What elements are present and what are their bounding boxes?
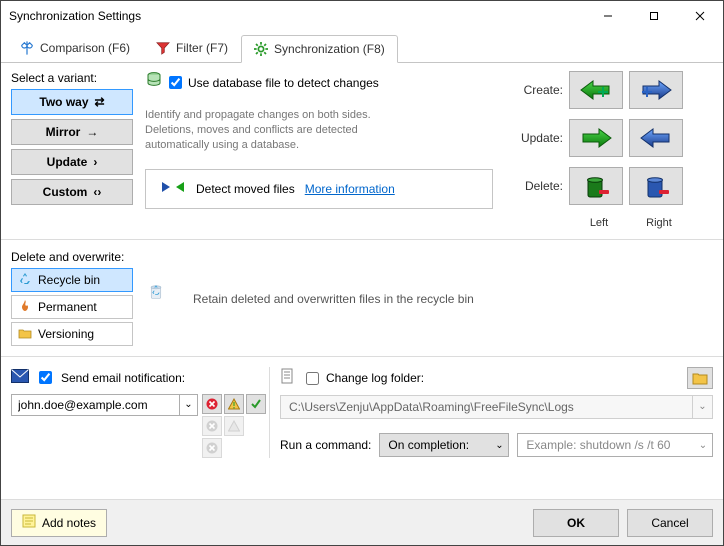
database-icon xyxy=(145,71,163,94)
detect-moved-label: Detect moved files xyxy=(196,182,295,196)
dir-right-footer: Right xyxy=(629,215,689,229)
moved-arrows-icon xyxy=(160,179,186,198)
delete-opt-recycle[interactable]: Recycle bin xyxy=(11,268,133,292)
more-information-link[interactable]: More information xyxy=(305,182,395,196)
mail-icon xyxy=(11,367,29,388)
variant-mirror[interactable]: Mirror→ xyxy=(11,119,133,145)
dialog-footer: Add notes OK Cancel xyxy=(1,499,723,545)
dir-create-label: Create: xyxy=(505,83,569,97)
delete-opt-versioning[interactable]: Versioning xyxy=(11,322,133,346)
delete-heading: Delete and overwrite: xyxy=(11,250,713,264)
variant-two-way[interactable]: Two way⇄ xyxy=(11,89,133,115)
detect-changes-label[interactable]: Use database file to detect changes xyxy=(188,76,379,90)
run-command-input[interactable]: Example: shutdown /s /t 60⌄ xyxy=(517,433,713,457)
cancel-button[interactable]: Cancel xyxy=(627,509,713,537)
scales-icon xyxy=(20,41,34,55)
delete-description: Retain deleted and overwritten files in … xyxy=(193,292,474,306)
minimize-button[interactable] xyxy=(585,1,631,31)
notify-success-button[interactable] xyxy=(246,394,266,414)
run-command-when-combo[interactable]: On completion:⌄ xyxy=(379,433,509,457)
notify-warning-button[interactable] xyxy=(224,394,244,414)
log-folder-dropdown[interactable]: ⌄ xyxy=(692,396,712,418)
tab-filter[interactable]: Filter (F7) xyxy=(143,34,241,62)
delete-opt-permanent[interactable]: Permanent xyxy=(11,295,133,319)
recycle-bin-icon xyxy=(147,282,181,316)
notify-error-button[interactable] xyxy=(202,394,222,414)
folder-icon xyxy=(18,326,32,343)
dir-delete-label: Delete: xyxy=(505,179,569,193)
notify-error-disabled[interactable] xyxy=(202,416,222,436)
variant-description: Identify and propagate changes on both s… xyxy=(145,108,405,153)
note-icon xyxy=(22,514,36,531)
add-notes-button[interactable]: Add notes xyxy=(11,509,107,537)
email-field-wrapper: ⌄ xyxy=(11,394,198,416)
tabstrip: Comparison (F6) Filter (F7) Synchronizat… xyxy=(1,31,723,63)
detect-changes-checkbox[interactable] xyxy=(169,76,182,89)
email-checkbox[interactable] xyxy=(39,371,52,384)
two-way-arrow-icon: ⇄ xyxy=(95,95,105,109)
tab-comparison[interactable]: Comparison (F6) xyxy=(7,34,143,62)
log-folder-checkbox[interactable] xyxy=(306,372,319,385)
funnel-icon xyxy=(156,41,170,55)
gear-icon xyxy=(254,42,268,56)
variant-heading: Select a variant: xyxy=(11,71,133,85)
settings-window: Synchronization Settings Comparison (F6) xyxy=(0,0,724,546)
create-right-button[interactable] xyxy=(629,71,683,109)
detect-moved-box: Detect moved files More information xyxy=(145,169,493,209)
update-left-button[interactable] xyxy=(569,119,623,157)
close-button[interactable] xyxy=(677,1,723,31)
variant-custom[interactable]: Custom‹› xyxy=(11,179,133,205)
delete-left-button[interactable] xyxy=(569,167,623,205)
right-arrow-icon: → xyxy=(86,125,98,139)
ok-button[interactable]: OK xyxy=(533,509,619,537)
variant-update[interactable]: Update› xyxy=(11,149,133,175)
run-command-label: Run a command: xyxy=(280,438,371,452)
notify-error-disabled-2[interactable] xyxy=(202,438,222,458)
left-right-icon: ‹› xyxy=(93,185,101,199)
update-right-button[interactable] xyxy=(629,119,683,157)
tab-synchronization[interactable]: Synchronization (F8) xyxy=(241,35,398,63)
titlebar: Synchronization Settings xyxy=(1,1,723,31)
delete-right-button[interactable] xyxy=(629,167,683,205)
dir-left-footer: Left xyxy=(569,215,629,229)
maximize-button[interactable] xyxy=(631,1,677,31)
browse-log-folder-button[interactable] xyxy=(687,367,713,389)
window-title: Synchronization Settings xyxy=(9,9,141,23)
log-icon xyxy=(280,368,296,389)
chevron-right-icon: › xyxy=(93,155,97,169)
email-checkbox-label[interactable]: Send email notification: xyxy=(61,371,185,385)
email-dropdown-button[interactable]: ⌄ xyxy=(179,395,197,415)
email-input[interactable] xyxy=(12,398,179,412)
log-folder-checkbox-label[interactable]: Change log folder: xyxy=(302,369,424,388)
flame-icon xyxy=(18,299,32,316)
create-left-button[interactable] xyxy=(569,71,623,109)
recycle-small-icon xyxy=(18,272,32,289)
dir-update-label: Update: xyxy=(505,131,569,145)
log-folder-path-text: C:\Users\Zenju\AppData\Roaming\FreeFileS… xyxy=(281,400,692,414)
notify-warning-disabled[interactable] xyxy=(224,416,244,436)
log-folder-path-field[interactable]: C:\Users\Zenju\AppData\Roaming\FreeFileS… xyxy=(280,395,713,419)
